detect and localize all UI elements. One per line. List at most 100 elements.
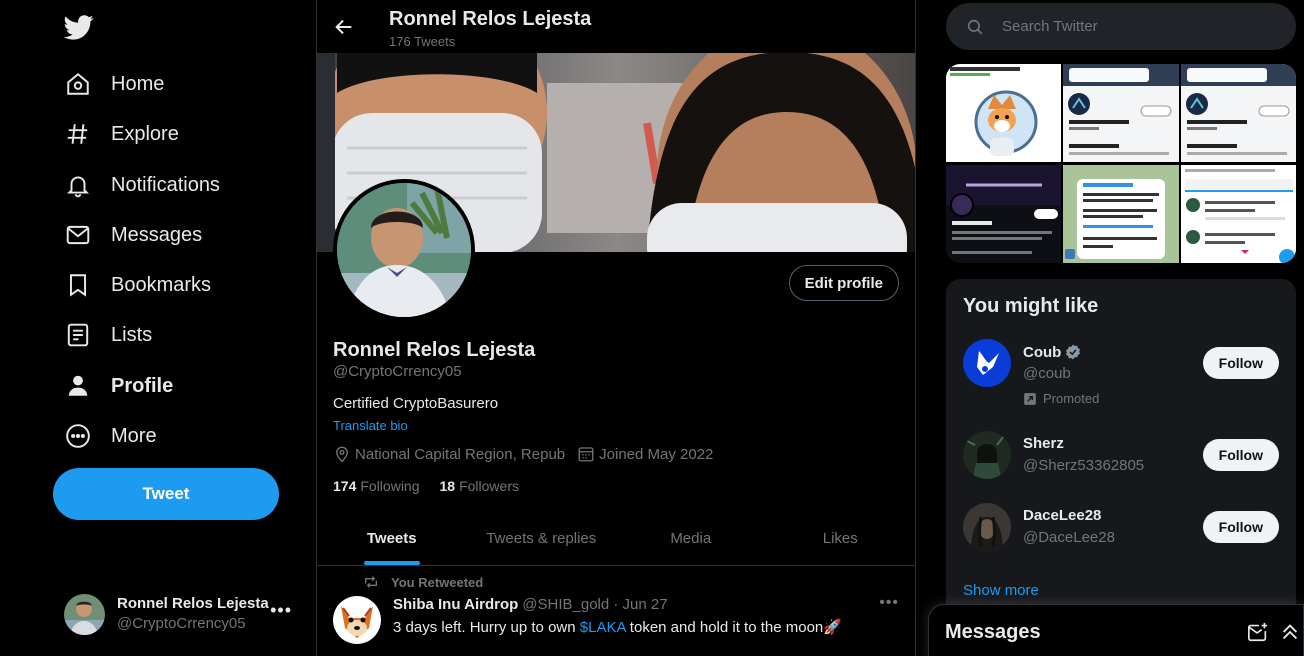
account-switcher[interactable]: Ronnel Relos Lejesta @CryptoCrrency05 ••…	[64, 592, 304, 636]
tweet-author-name[interactable]: Shiba Inu Airdrop	[393, 596, 518, 613]
profile-location: National Capital Region, Repub	[355, 445, 566, 463]
avatar	[64, 593, 105, 635]
suggested-account[interactable]: Coub @coub Promoted Follow	[963, 339, 1279, 406]
nav-label: Profile	[111, 374, 174, 397]
left-sidebar: Home Explore Notifications Messages Book…	[0, 0, 316, 656]
media-thumbnail[interactable]	[1063, 164, 1179, 264]
suggested-account[interactable]: DaceLee28 @DaceLee28 Follow	[963, 503, 1279, 553]
account-handle: @coub	[1023, 365, 1071, 382]
tweet[interactable]: You Retweeted Shiba Inu Airdrop @SHIB_go…	[317, 566, 915, 656]
tweet-header: Shiba Inu Airdrop @SHIB_gold · Jun 27	[393, 596, 668, 613]
followers-link[interactable]: 18 Followers	[440, 478, 519, 494]
account-name: DaceLee28	[1023, 507, 1102, 524]
follow-button[interactable]: Follow	[1202, 347, 1279, 379]
tweet-author-avatar[interactable]	[333, 596, 381, 644]
tab-tweets-and-replies[interactable]: Tweets & replies	[467, 512, 617, 565]
tweet-text: 3 days left. Hurry up to own $LAKA token…	[393, 618, 842, 636]
media-thumbnail[interactable]	[946, 164, 1062, 264]
tweet-text-start: 3 days left. Hurry up to own	[393, 619, 580, 636]
search-input[interactable]	[1002, 18, 1272, 35]
media-thumbnail[interactable]	[1063, 64, 1179, 163]
media-thumbnail[interactable]	[1180, 64, 1296, 163]
show-more-link[interactable]: Show more	[963, 582, 1039, 599]
media-thumbnail[interactable]	[946, 64, 1062, 163]
profile-name: Ronnel Relos Lejesta	[333, 339, 536, 361]
who-to-follow-panel: You might like Coub @coub Promoted Follo…	[946, 279, 1296, 619]
following-count: 174	[333, 478, 357, 494]
nav-item-lists[interactable]: Lists	[64, 315, 152, 355]
suggested-account[interactable]: Sherz @Sherz53362805 Follow	[963, 431, 1279, 481]
panel-title: You might like	[963, 295, 1099, 317]
nav-label: Explore	[111, 122, 179, 145]
bell-icon	[64, 171, 92, 199]
nav-label: More	[111, 424, 157, 447]
cashtag-link[interactable]: $LAKA	[580, 619, 626, 636]
nav-item-explore[interactable]: Explore	[64, 114, 179, 154]
tweet-button[interactable]: Tweet	[53, 468, 279, 520]
back-arrow-icon[interactable]	[333, 16, 355, 38]
follow-stats: 174 Following 18 Followers	[333, 478, 539, 494]
nav-label: Messages	[111, 223, 203, 246]
nav-item-bookmarks[interactable]: Bookmarks	[64, 265, 211, 305]
search-box[interactable]	[946, 3, 1296, 50]
account-handle: @Sherz53362805	[1023, 457, 1145, 474]
retweet-indicator: You Retweeted	[363, 574, 483, 590]
bookmark-icon	[64, 271, 92, 299]
tab-tweets[interactable]: Tweets	[317, 512, 467, 565]
twitter-logo-icon[interactable]	[64, 12, 94, 42]
messages-drawer[interactable]: Messages	[928, 604, 1304, 656]
more-horizontal-icon[interactable]: •••	[270, 600, 292, 621]
promoted-text: Promoted	[1043, 391, 1100, 406]
profile-header-bar: Ronnel Relos Lejesta 176 Tweets	[317, 0, 915, 53]
account-name-text: Coub	[1023, 343, 1062, 361]
more-horizontal-icon[interactable]: •••	[879, 594, 899, 612]
avatar	[963, 431, 1011, 479]
new-message-icon[interactable]	[1247, 621, 1269, 643]
promoted-icon	[1023, 392, 1043, 406]
account-name: Coub	[1023, 343, 1082, 361]
calendar-icon	[577, 445, 599, 463]
follow-button[interactable]: Follow	[1202, 439, 1279, 471]
media-thumbnail[interactable]	[1180, 164, 1296, 264]
profile-bio: Certified CryptoBasurero	[333, 395, 499, 412]
tweet-count: 176 Tweets	[389, 34, 456, 49]
search-icon	[946, 18, 984, 36]
nav-item-notifications[interactable]: Notifications	[64, 165, 220, 205]
retweet-icon	[363, 574, 391, 590]
collapse-chevron-icon[interactable]	[1279, 621, 1301, 643]
hashtag-icon	[64, 120, 92, 148]
tab-likes[interactable]: Likes	[766, 512, 916, 565]
follow-button[interactable]: Follow	[1202, 511, 1279, 543]
account-name: Ronnel Relos Lejesta	[117, 595, 269, 612]
avatar	[963, 339, 1011, 387]
following-label: Following	[360, 478, 420, 494]
promoted-label: Promoted	[1023, 391, 1099, 406]
following-link[interactable]: 174 Following	[333, 478, 420, 494]
home-icon	[64, 70, 92, 98]
edit-profile-button[interactable]: Edit profile	[788, 265, 899, 301]
list-icon	[64, 321, 92, 349]
nav-label: Home	[111, 72, 165, 95]
profile-meta: National Capital Region, Repub Joined Ma…	[333, 445, 725, 463]
nav-item-messages[interactable]: Messages	[64, 215, 202, 255]
location-item: National Capital Region, Repub	[333, 445, 565, 463]
nav-label: Lists	[111, 323, 153, 346]
account-name: Sherz	[1023, 435, 1064, 452]
tweet-text-end: token and hold it to the moon🚀	[625, 619, 842, 636]
translate-bio-link[interactable]: Translate bio	[333, 418, 408, 433]
profile-media-grid	[946, 64, 1296, 263]
account-handle: @DaceLee28	[1023, 529, 1115, 546]
nav-item-home[interactable]: Home	[64, 64, 164, 104]
profile-avatar[interactable]	[333, 179, 475, 321]
page-title: Ronnel Relos Lejesta	[389, 8, 592, 30]
location-pin-icon	[333, 445, 355, 463]
account-handle: @CryptoCrrency05	[117, 615, 246, 632]
person-icon	[64, 372, 92, 400]
nav-item-profile[interactable]: Profile	[64, 366, 173, 406]
tab-media[interactable]: Media	[616, 512, 766, 565]
avatar	[963, 503, 1011, 551]
retweet-label: You Retweeted	[391, 574, 484, 590]
envelope-icon	[64, 221, 92, 249]
nav-label: Notifications	[111, 173, 220, 196]
nav-item-more[interactable]: More	[64, 416, 157, 456]
